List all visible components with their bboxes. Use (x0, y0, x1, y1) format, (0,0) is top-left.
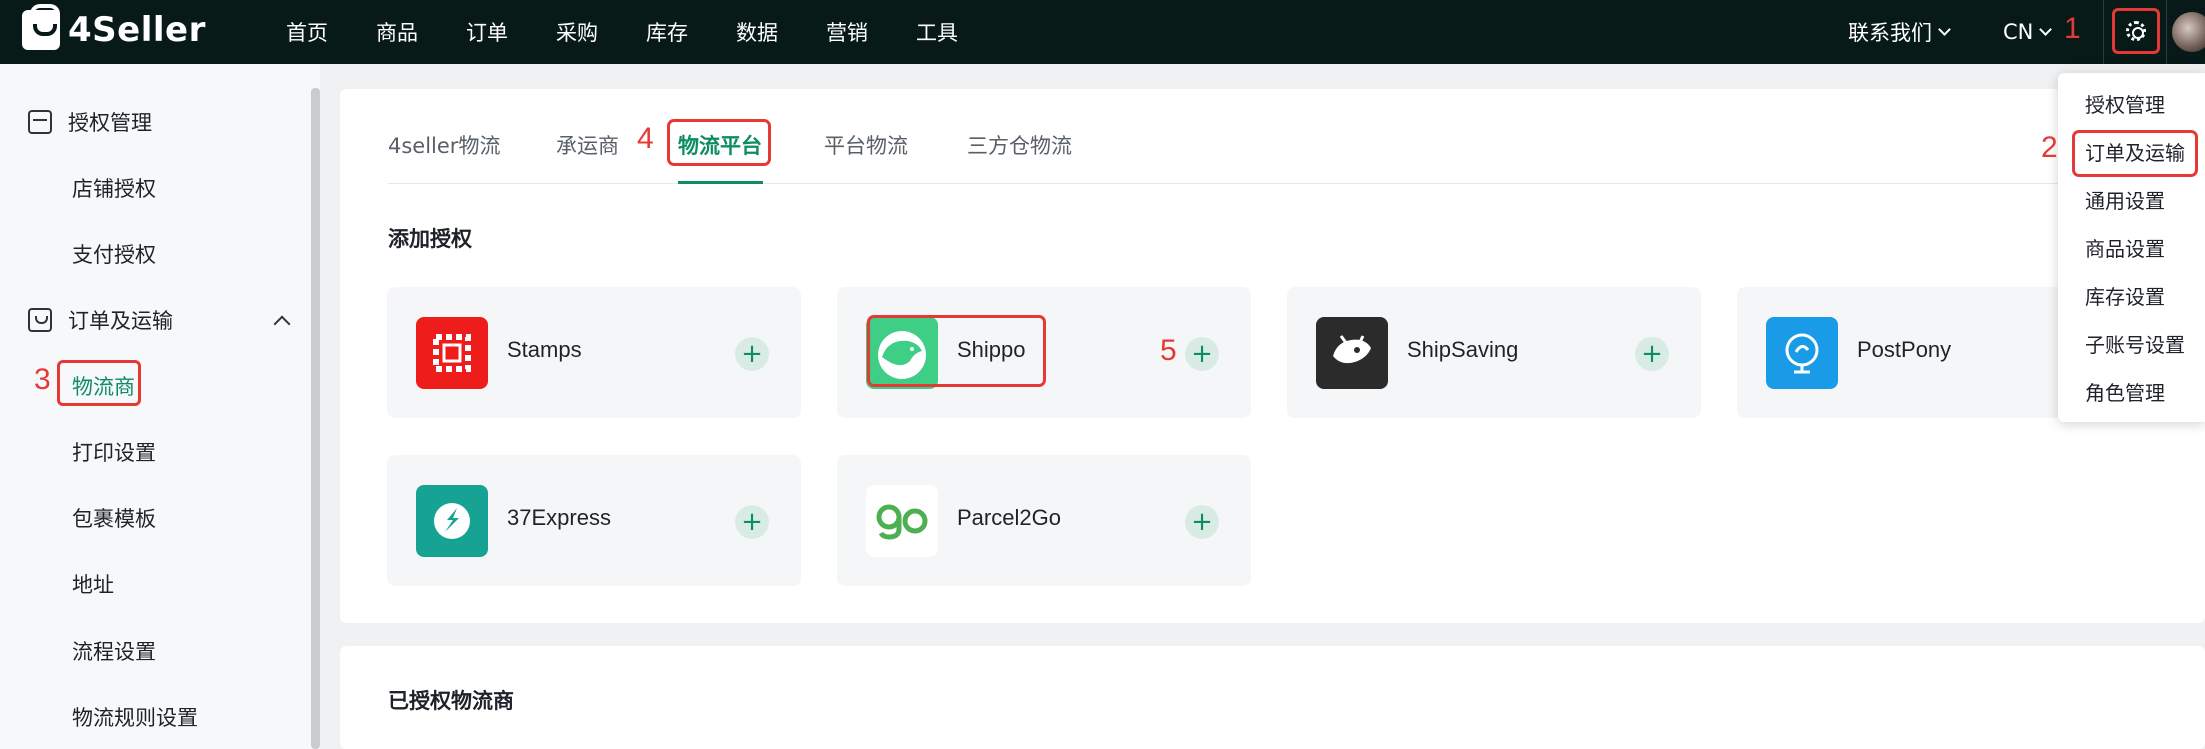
platform-card-parcel2go: Parcel2Go + (837, 455, 1251, 586)
shopping-bag-icon (28, 308, 52, 332)
chevron-down-icon (2039, 23, 2053, 36)
annotation-number-2: 2 (2041, 131, 2058, 164)
menu-item-product-settings[interactable]: 商品设置 (2085, 233, 2165, 262)
sidebar-item-workflow-settings[interactable]: 流程设置 (72, 636, 156, 666)
annotation-number-3: 3 (34, 363, 51, 396)
annotation-highlight-box (867, 315, 1046, 387)
annotation-number-4: 4 (637, 122, 654, 155)
nav-item-home[interactable]: 首页 (286, 17, 328, 47)
platform-name: 37Express (507, 505, 611, 530)
37express-logo-icon (416, 485, 488, 557)
avatar[interactable] (2172, 12, 2205, 52)
platform-name: ShipSaving (1407, 337, 1519, 362)
plus-icon: + (741, 507, 763, 537)
sidebar-group-order-shipping[interactable]: 订单及运输 (28, 305, 173, 335)
nav-item-marketing[interactable]: 营销 (826, 17, 868, 47)
add-shippo-button[interactable]: + (1185, 337, 1219, 371)
plus-icon: + (1641, 339, 1663, 369)
annotation-highlight-box (2072, 130, 2198, 177)
language-selector[interactable]: CN (2003, 0, 2053, 64)
annotation-number-1: 1 (2064, 12, 2081, 45)
contact-us-label: 联系我们 (1848, 21, 1932, 45)
plus-icon: + (1191, 507, 1213, 537)
plus-icon: + (741, 339, 763, 369)
shipsaving-logo-icon (1316, 317, 1388, 389)
settings-button[interactable] (2112, 8, 2160, 54)
sidebar-item-package-templates[interactable]: 包裹模板 (72, 503, 156, 533)
stamps-logo-icon (416, 317, 488, 389)
menu-item-authorization[interactable]: 授权管理 (2085, 89, 2165, 118)
tab-carriers[interactable]: 承运商 (556, 130, 619, 160)
add-stamps-button[interactable]: + (735, 337, 769, 371)
language-label: CN (2003, 20, 2034, 44)
menu-item-subaccount-settings[interactable]: 子账号设置 (2085, 329, 2185, 358)
plus-icon: + (1191, 339, 1213, 369)
sidebar-item-store-auth[interactable]: 店铺授权 (72, 173, 156, 203)
settings-sidebar (0, 64, 320, 749)
settings-dropdown-menu: 授权管理 订单及运输 通用设置 商品设置 库存设置 子账号设置 角色管理 (2058, 73, 2205, 422)
platform-name: PostPony (1857, 337, 1952, 362)
tab-4seller-logistics[interactable]: 4seller物流 (388, 130, 500, 160)
settings-button-area (2103, 0, 2167, 64)
menu-item-inventory-settings[interactable]: 库存设置 (2085, 281, 2165, 310)
add-parcel2go-button[interactable]: + (1185, 505, 1219, 539)
top-navigation-bar: 4Seller 首页 商品 订单 采购 库存 数据 营销 工具 联系我们 CN (0, 0, 2205, 64)
platform-card-stamps: Stamps + (387, 287, 801, 418)
annotation-highlight-box (667, 119, 771, 166)
menu-item-role-management[interactable]: 角色管理 (2085, 377, 2165, 406)
annotation-number-5: 5 (1160, 334, 1177, 367)
platform-name: Stamps (507, 337, 582, 362)
brand-logo[interactable]: 4Seller (22, 4, 206, 50)
sidebar-item-print-settings[interactable]: 打印设置 (72, 437, 156, 467)
platform-card-37express: 37Express + (387, 455, 801, 586)
authorized-carriers-card (340, 646, 2205, 749)
nav-item-data[interactable]: 数据 (736, 17, 778, 47)
platform-card-shipsaving: ShipSaving + (1287, 287, 1701, 418)
menu-item-general-settings[interactable]: 通用设置 (2085, 185, 2165, 214)
tab-3pl-warehouse[interactable]: 三方仓物流 (967, 130, 1072, 160)
nav-item-products[interactable]: 商品 (376, 17, 418, 47)
tab-divider (388, 183, 2205, 184)
sidebar-scrollbar[interactable] (311, 88, 320, 749)
chevron-down-icon (1938, 23, 1951, 36)
main-nav: 首页 商品 订单 采购 库存 数据 营销 工具 (286, 0, 1006, 64)
annotation-highlight-box (57, 360, 141, 406)
sidebar-item-payment-auth[interactable]: 支付授权 (72, 239, 156, 269)
bag-icon (22, 4, 60, 50)
nav-item-tools[interactable]: 工具 (916, 17, 958, 47)
section-title-add-auth: 添加授权 (388, 227, 472, 251)
platform-name: Parcel2Go (957, 505, 1061, 530)
postpony-logo-icon (1766, 317, 1838, 389)
add-37express-button[interactable]: + (735, 505, 769, 539)
gear-icon (2126, 21, 2146, 41)
active-tab-indicator (678, 181, 763, 184)
sidebar-item-address[interactable]: 地址 (72, 569, 114, 599)
tab-platform-logistics[interactable]: 平台物流 (824, 130, 908, 160)
sidebar-group-label: 授权管理 (68, 111, 152, 135)
sidebar-group-label: 订单及运输 (68, 309, 173, 333)
add-shipsaving-button[interactable]: + (1635, 337, 1669, 371)
nav-item-purchasing[interactable]: 采购 (556, 17, 598, 47)
contact-us-menu[interactable]: 联系我们 (1848, 0, 1951, 64)
brand-name: 4Seller (68, 10, 206, 50)
section-title-authorized: 已授权物流商 (388, 689, 514, 713)
sidebar-group-authorization[interactable]: 授权管理 (28, 107, 152, 137)
parcel2go-logo-icon (866, 485, 938, 557)
store-icon (28, 110, 52, 134)
nav-item-orders[interactable]: 订单 (466, 17, 508, 47)
sidebar-item-shipping-rules[interactable]: 物流规则设置 (72, 702, 198, 732)
nav-item-inventory[interactable]: 库存 (646, 17, 688, 47)
